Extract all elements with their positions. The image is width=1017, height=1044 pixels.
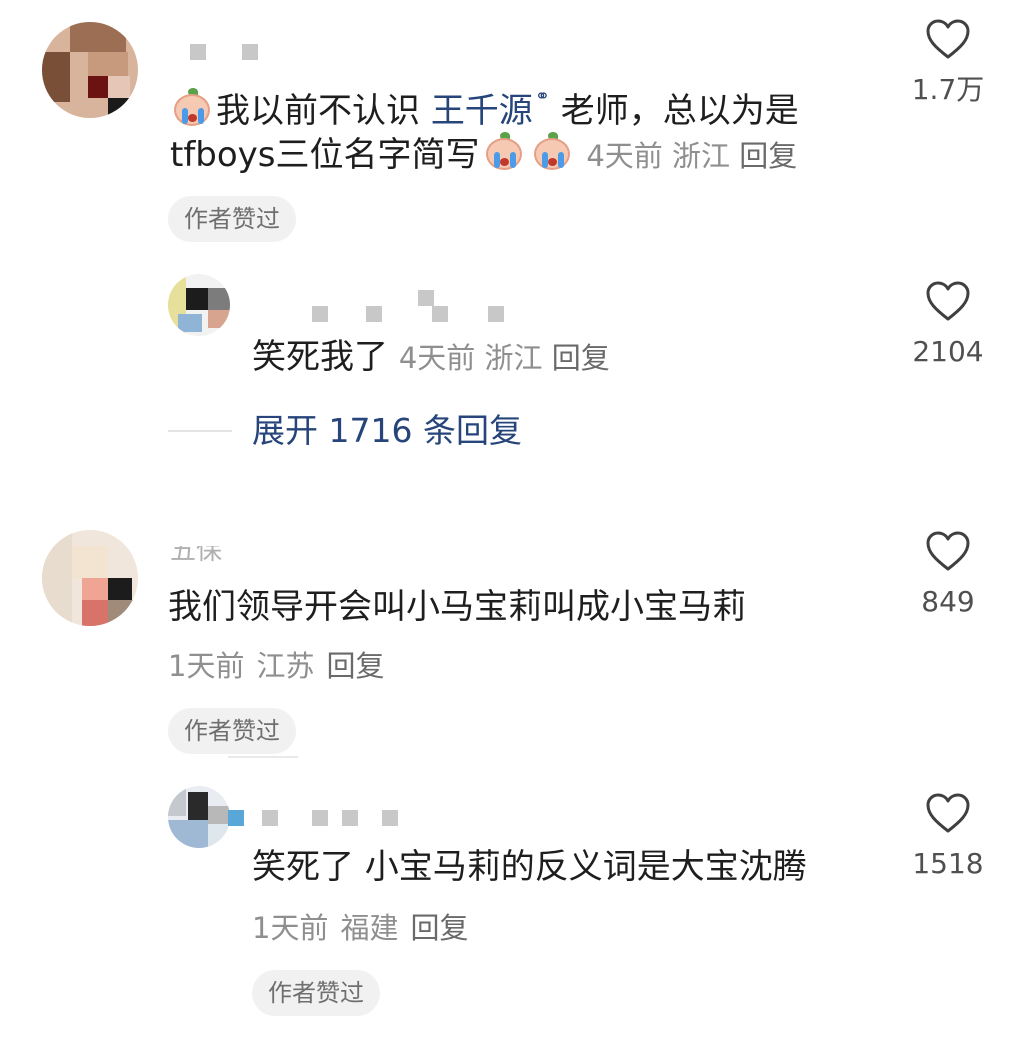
like-count: 2104 bbox=[912, 335, 984, 368]
comment-location: 江苏 bbox=[256, 649, 315, 683]
author-liked-badge: 作者赞过 bbox=[252, 970, 380, 1016]
avatar[interactable] bbox=[42, 22, 138, 118]
heart-outline-icon bbox=[926, 281, 970, 321]
like-button[interactable]: 2104 bbox=[908, 280, 988, 370]
comment-text: 我以前不认识 王千源 ⚭ 老师，总以为是 bbox=[168, 72, 799, 136]
heart-outline-icon bbox=[926, 531, 970, 571]
reply-avatar[interactable] bbox=[168, 274, 230, 336]
like-count: 849 bbox=[921, 585, 975, 618]
divider bbox=[168, 430, 232, 432]
comment-location: 浙江 bbox=[672, 139, 731, 173]
username-blurred[interactable] bbox=[190, 44, 270, 60]
heart-outline-icon bbox=[926, 19, 970, 59]
reply-location: 浙江 bbox=[484, 341, 543, 375]
comment-text-line2-content: tfboys三位名字简写 bbox=[170, 135, 480, 175]
reply-text: 笑死我了 4天前 浙江 回复 bbox=[252, 332, 610, 383]
reply-button[interactable]: 回复 bbox=[739, 139, 797, 173]
reply-button[interactable]: 回复 bbox=[552, 341, 610, 375]
comment-meta: 4天前 浙江 回复 bbox=[586, 139, 797, 173]
comment-time: 1天前 bbox=[168, 649, 245, 683]
expand-replies-label[interactable]: 展开 1716 条回复 bbox=[252, 406, 522, 456]
comment-text-part2: 老师，总以为是 bbox=[549, 91, 799, 131]
reply-meta: 4天前 浙江 回复 bbox=[399, 341, 610, 375]
comment-text: 我们领导开会叫小马宝莉叫成小宝马莉 bbox=[168, 587, 746, 627]
comment-time: 4天前 bbox=[586, 139, 663, 173]
reply-avatar[interactable] bbox=[168, 786, 230, 848]
reply-text: 笑死了 小宝马莉的反义词是大宝沈腾 bbox=[252, 847, 807, 887]
reply-text-content: 笑死我了 bbox=[252, 337, 388, 377]
username-blurred[interactable] bbox=[228, 810, 408, 826]
author-liked-badge: 作者赞过 bbox=[168, 196, 296, 242]
heart-outline-icon bbox=[926, 793, 970, 833]
like-button[interactable]: 849 bbox=[908, 530, 988, 620]
like-button[interactable]: 1.7万 bbox=[908, 18, 988, 108]
reply-time: 4天前 bbox=[398, 341, 476, 375]
divider bbox=[228, 756, 298, 758]
comment-text-line2: tfboys三位名字简写 4天前 浙江 回复 bbox=[170, 130, 797, 181]
reply-button[interactable]: 回复 bbox=[410, 911, 468, 945]
like-button[interactable]: 1518 bbox=[908, 792, 988, 882]
reply-button[interactable]: 回复 bbox=[326, 649, 384, 683]
username-partial[interactable]: 五保 bbox=[170, 546, 250, 564]
crying-peach-emoji-icon bbox=[170, 88, 214, 128]
avatar[interactable] bbox=[42, 530, 138, 626]
username-partial-text: 五保 bbox=[170, 546, 223, 564]
reply-meta: 1天前 福建 回复 bbox=[252, 908, 468, 948]
like-count: 1518 bbox=[912, 847, 984, 880]
comment-text-part1: 我以前不认识 bbox=[216, 91, 431, 131]
crying-peach-emoji-icon bbox=[482, 132, 526, 172]
crying-peach-emoji-icon bbox=[530, 132, 574, 172]
reply-location: 福建 bbox=[340, 911, 399, 945]
like-count: 1.7万 bbox=[911, 73, 985, 106]
author-liked-badge: 作者赞过 bbox=[168, 708, 296, 754]
comment-meta: 1天前 江苏 回复 bbox=[168, 646, 384, 686]
username-blurred[interactable] bbox=[312, 290, 512, 322]
search-link[interactable]: 王千源 bbox=[431, 91, 533, 131]
search-hint-icon: ⚭ bbox=[534, 86, 550, 107]
reply-time: 1天前 bbox=[252, 911, 329, 945]
